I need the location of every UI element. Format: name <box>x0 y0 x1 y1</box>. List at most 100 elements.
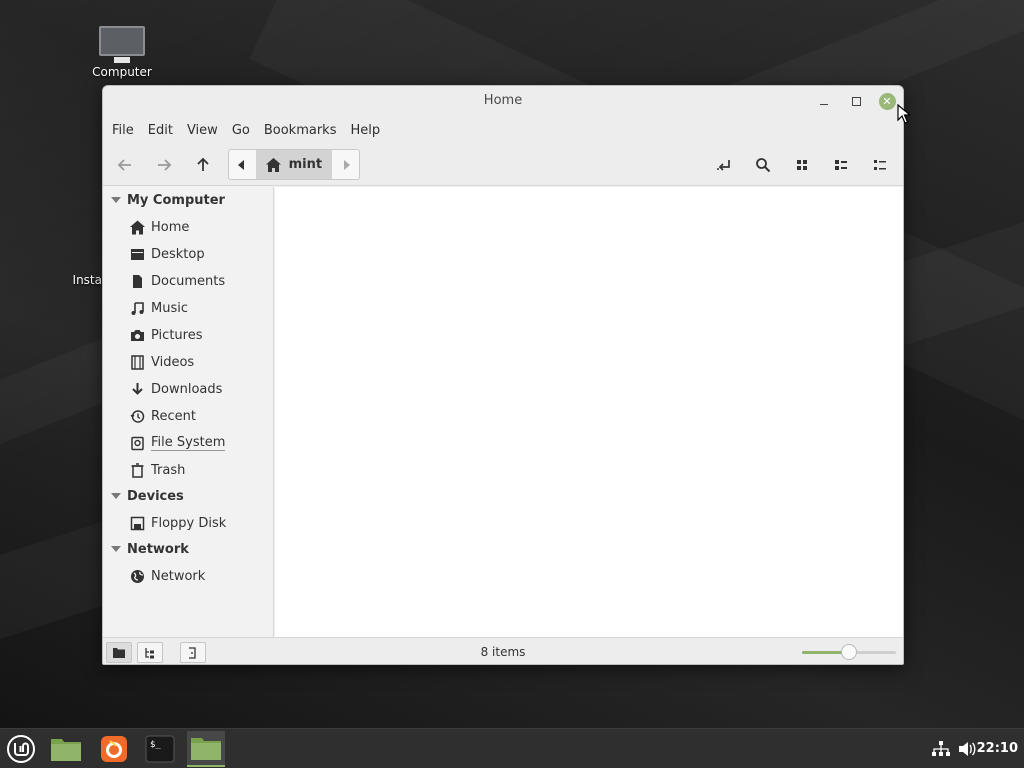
status-bar: 8 items <box>103 637 903 664</box>
search-button[interactable] <box>748 151 778 179</box>
sidebar-item-documents[interactable]: Documents <box>130 270 270 292</box>
folder-green-icon <box>191 738 221 760</box>
sidebar-item-music[interactable]: Music <box>130 297 270 319</box>
desktop-icon-label: Insta <box>72 273 102 287</box>
sidebar-item-home[interactable]: Home <box>130 216 270 238</box>
forward-button[interactable] <box>149 151 179 179</box>
icon-view-button[interactable] <box>787 151 817 179</box>
film-icon <box>131 354 144 370</box>
path-segment-label: mint <box>288 157 323 172</box>
section-network[interactable]: Network <box>111 539 189 559</box>
sidebar-item-desktop[interactable]: Desktop <box>130 243 270 265</box>
arrow-left-icon <box>117 159 131 171</box>
menu-button[interactable] <box>2 731 40 767</box>
item-count: 8 items <box>480 645 526 659</box>
path-scroll-right-button[interactable] <box>332 150 359 179</box>
caret-left-icon <box>238 159 245 170</box>
menu-help[interactable]: Help <box>343 119 387 142</box>
menu-go[interactable]: Go <box>225 119 257 142</box>
volume-icon[interactable] <box>958 741 976 757</box>
sidebar-item-label: Music <box>151 300 188 316</box>
window-title: Home <box>483 93 523 108</box>
desktop-icon-label: Computer <box>92 65 152 79</box>
network-icon[interactable] <box>932 741 950 757</box>
file-view-area[interactable] <box>275 187 903 637</box>
sidebar-item-label: Home <box>151 219 190 235</box>
sidebar-item-label: Downloads <box>151 381 223 397</box>
desktop-folder-icon <box>131 248 144 260</box>
floppy-disk-icon <box>130 516 145 530</box>
trash-icon <box>131 462 144 478</box>
expander-down-icon <box>111 493 121 499</box>
sidebar-item-label: Documents <box>151 273 226 289</box>
search-icon <box>756 158 771 173</box>
caret-right-icon <box>343 159 350 170</box>
minimize-icon <box>820 104 828 105</box>
taskbar-terminal[interactable]: $_ <box>141 731 179 767</box>
sidebar-item-recent[interactable]: Recent <box>130 405 270 427</box>
mouse-cursor-icon <box>897 104 910 124</box>
sidebar-item-videos[interactable]: Videos <box>130 351 270 373</box>
sidebar-item-label: Trash <box>151 462 186 478</box>
menu-file[interactable]: File <box>105 119 141 142</box>
path-bar: mint <box>228 149 360 180</box>
folder-green-icon <box>51 739 81 761</box>
home-icon <box>130 220 145 234</box>
taskbar-file-manager-window[interactable] <box>187 731 225 767</box>
expander-down-icon <box>111 197 121 203</box>
section-my-computer[interactable]: My Computer <box>111 190 225 210</box>
globe-icon <box>131 569 144 583</box>
music-note-icon <box>131 301 144 315</box>
sidebar-item-downloads[interactable]: Downloads <box>130 378 270 400</box>
taskbar: $_ 22:10 <box>0 728 1024 768</box>
maximize-icon <box>851 96 861 106</box>
sidebar-item-file-system[interactable]: File System <box>130 432 270 454</box>
title-bar[interactable]: Home ✕ <box>103 86 903 116</box>
sidebar-item-pictures[interactable]: Pictures <box>130 324 270 346</box>
clock[interactable]: 22:10 <box>977 741 1018 756</box>
toolbar: mint <box>103 144 903 186</box>
computer-icon <box>99 26 145 56</box>
drive-icon <box>131 436 144 450</box>
terminal-icon: $_ <box>145 735 175 763</box>
sidebar-item-trash[interactable]: Trash <box>130 459 270 481</box>
menu-bookmarks[interactable]: Bookmarks <box>257 119 344 142</box>
toggle-location-button[interactable] <box>709 151 739 179</box>
taskbar-firefox[interactable] <box>95 731 133 767</box>
path-scroll-left-button[interactable] <box>229 150 256 179</box>
sidebar-item-floppy-disk[interactable]: Floppy Disk <box>130 512 270 534</box>
path-segment-home[interactable]: mint <box>255 150 333 179</box>
menu-edit[interactable]: Edit <box>141 119 180 142</box>
menu-view[interactable]: View <box>180 119 225 142</box>
places-sidebar: My Computer Home Desktop Documents Music… <box>103 187 274 637</box>
location-entry-icon <box>717 160 730 171</box>
home-icon <box>265 157 281 172</box>
camera-icon <box>131 329 144 341</box>
taskbar-show-desktop[interactable] <box>47 731 85 767</box>
maximize-button[interactable] <box>847 92 865 110</box>
compact-view-button[interactable] <box>865 151 895 179</box>
list-view-button[interactable] <box>826 151 856 179</box>
expander-down-icon <box>111 546 121 552</box>
svg-text:$_: $_ <box>150 740 161 750</box>
minimize-button[interactable] <box>815 92 833 110</box>
menu-bar: File Edit View Go Bookmarks Help <box>103 116 903 144</box>
download-arrow-icon <box>132 382 143 395</box>
section-devices[interactable]: Devices <box>111 486 184 506</box>
sidebar-item-label: Pictures <box>151 327 203 343</box>
arrow-up-icon <box>197 157 209 171</box>
up-button[interactable] <box>188 151 218 179</box>
sidebar-item-label: Videos <box>151 354 195 370</box>
history-clock-icon <box>130 409 145 423</box>
sidebar-item-network[interactable]: Network <box>130 565 270 587</box>
desktop-icon-computer[interactable]: Computer <box>82 26 162 79</box>
linux-mint-logo-icon <box>7 735 35 763</box>
back-button[interactable] <box>110 151 140 179</box>
desktop-icon-install[interactable]: Insta <box>48 273 102 287</box>
sidebar-item-label: File System <box>151 435 226 451</box>
sidebar-item-label: Recent <box>151 408 196 424</box>
zoom-slider-handle[interactable] <box>841 644 857 660</box>
zoom-slider[interactable] <box>802 644 896 660</box>
close-button[interactable]: ✕ <box>878 92 896 110</box>
arrow-right-icon <box>158 159 172 171</box>
